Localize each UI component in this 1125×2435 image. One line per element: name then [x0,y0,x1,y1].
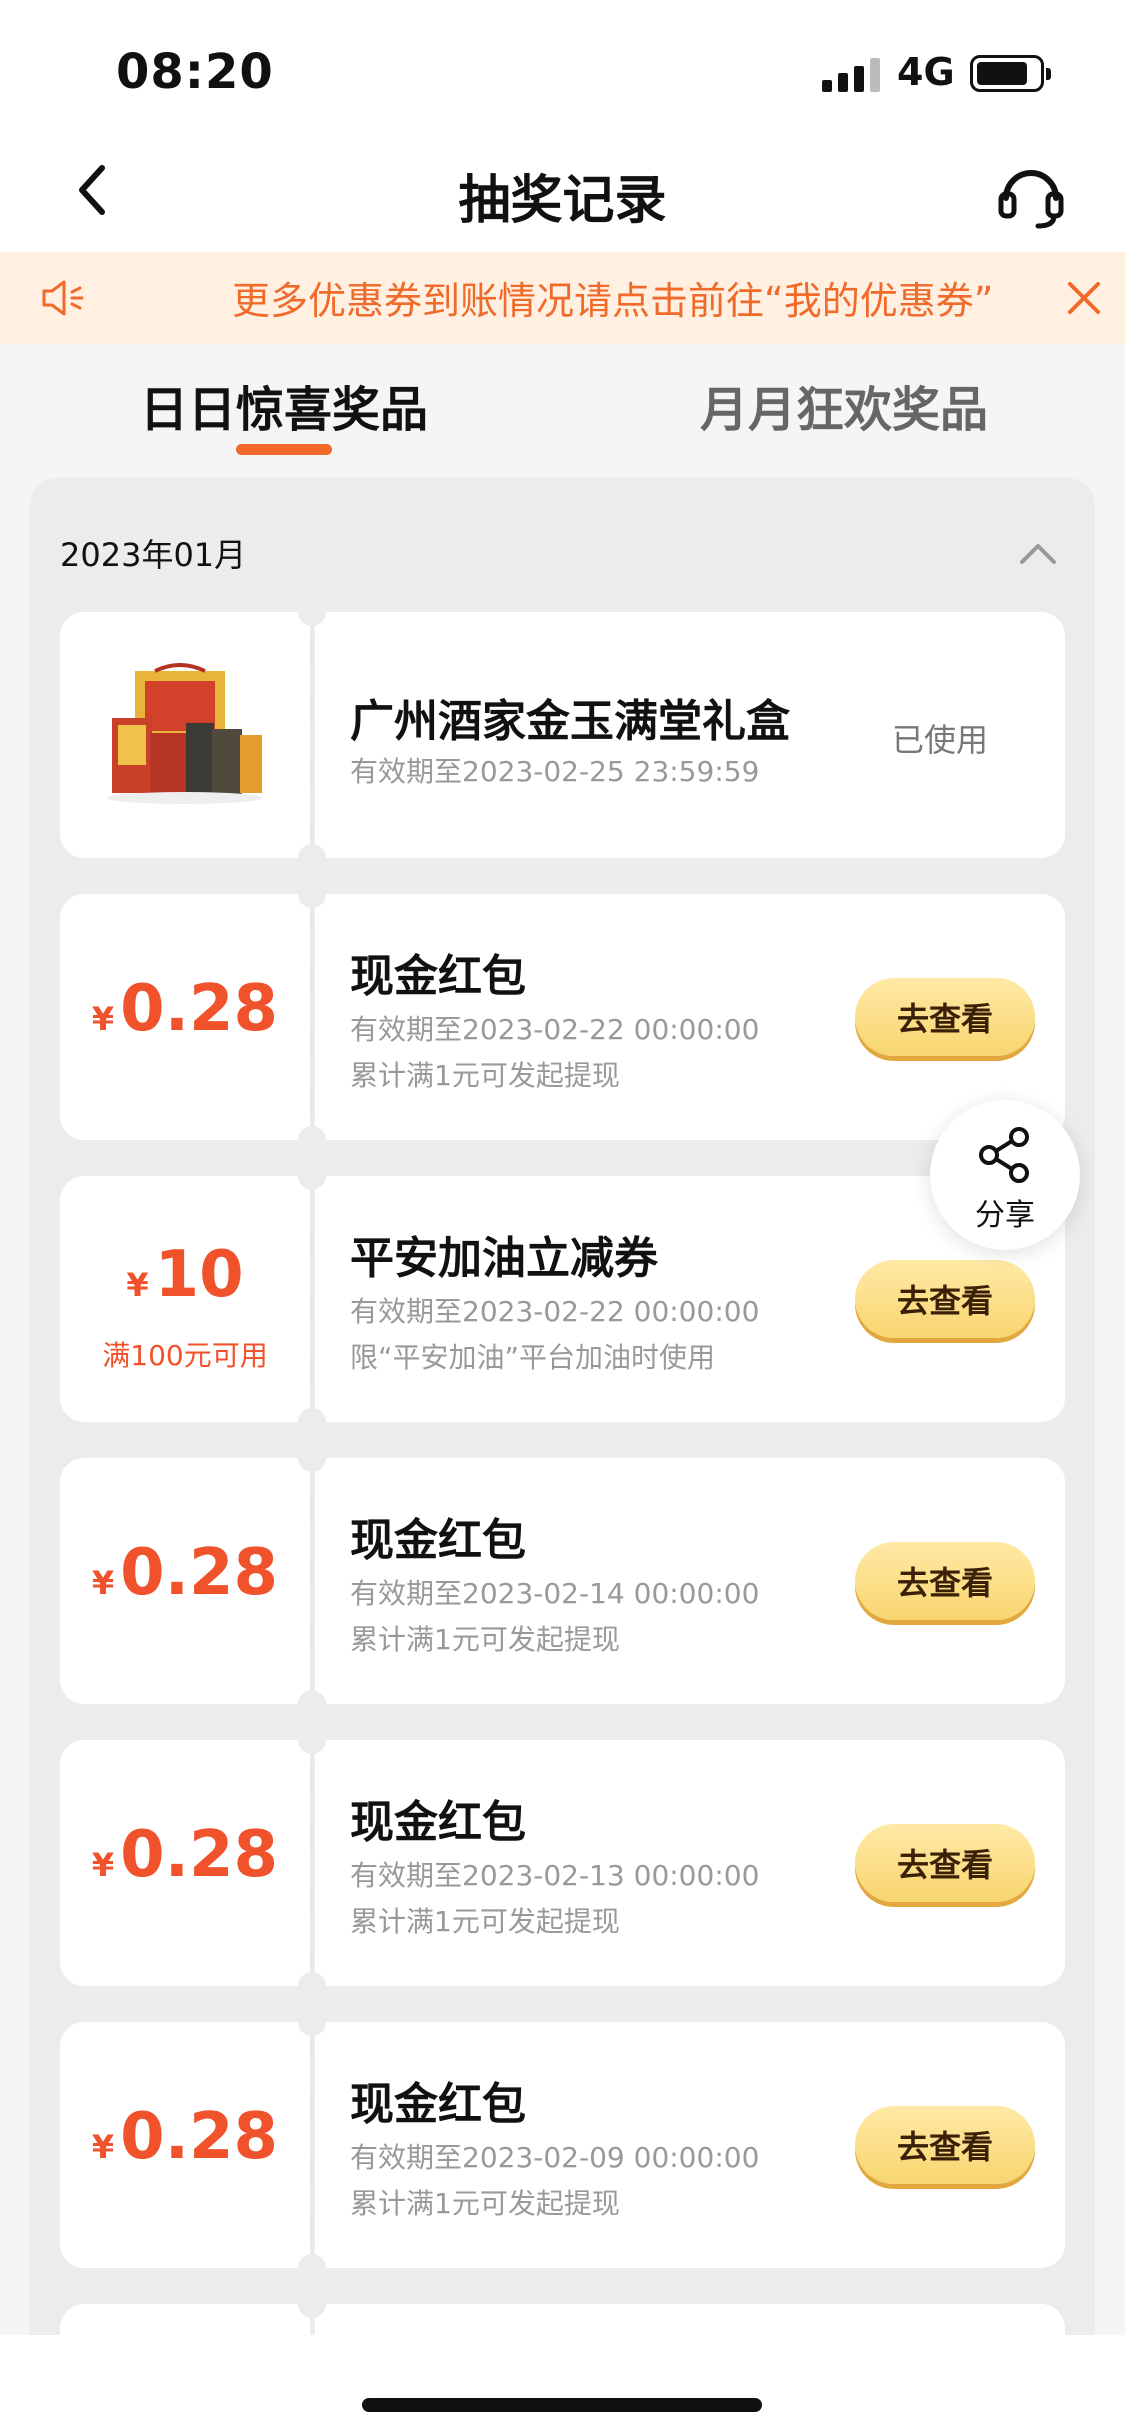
prize-amount: ¥0.28 [60,1536,310,1610]
card-notch [298,1690,326,1718]
prize-validity: 有效期至2023-02-22 00:00:00 [350,1013,760,1046]
card-notch [298,880,326,908]
customer-service-icon[interactable] [996,160,1066,230]
amount-value: 0.28 [120,1536,279,1610]
month-label: 2023年01月 [60,536,247,574]
card-divider [310,904,313,1130]
prize-name: 现金红包 [350,1797,526,1848]
card-divider [310,1186,313,1412]
prize-amount: ¥10 [60,1238,310,1312]
amount-value: 0.28 [120,2100,279,2174]
prize-condition: 满100元可用 [102,1339,268,1372]
prize-name: 广州酒家金玉满堂礼盒 [350,696,790,747]
card-divider [310,1750,313,1976]
currency-symbol: ¥ [126,1266,149,1304]
card-notch [298,1408,326,1436]
prize-note: 限“平安加油”平台加油时使用 [350,1341,716,1374]
amount-value: 0.28 [120,972,279,1046]
prize-name: 现金红包 [350,2079,526,2130]
currency-symbol: ¥ [91,1564,115,1602]
amount-value: 10 [154,1238,244,1312]
card-notch [298,2008,326,2036]
prize-note: 累计满1元可发起提现 [350,1059,620,1092]
card-notch [298,1162,326,1190]
prize-note: 累计满1元可发起提现 [350,1623,620,1656]
amount-value: 0.28 [120,1818,279,1892]
home-indicator[interactable] [362,2398,762,2412]
prize-validity: 有效期至2023-02-13 00:00:00 [350,1859,760,1892]
card-notch [298,1726,326,1754]
prize-validity: 有效期至2023-02-22 00:00:00 [350,1295,760,1328]
page-title: 抽奖记录 [458,171,667,231]
prize-amount: ¥0.28 [60,1818,310,1892]
view-button[interactable]: 去查看 [855,1260,1035,1338]
prize-amount: ¥0.28 [60,2100,310,2174]
currency-symbol: ¥ [91,1846,115,1884]
prize-amount: ¥0.28 [60,972,310,1046]
card-notch [298,1972,326,2000]
card-notch [298,1126,326,1154]
notice-text[interactable]: 更多优惠券到账情况请点击前往“我的优惠券” [232,270,1022,325]
card-notch [298,598,326,626]
battery-icon [970,55,1051,92]
prize-validity: 有效期至2023-02-25 23:59:59 [350,755,760,788]
view-button[interactable]: 去查看 [855,2106,1035,2184]
signal-icon [822,58,882,92]
status-time: 08:20 [116,44,274,100]
prize-name: 平安加油立减券 [350,1233,658,1284]
tab-monthly-prizes[interactable]: 月月狂欢奖品 [700,370,988,440]
network-type: 4G [897,50,955,94]
prize-status: 已使用 [892,721,989,759]
share-label[interactable]: 分享 [930,1190,1080,1234]
currency-symbol: ¥ [91,2128,115,2166]
prize-validity: 有效期至2023-02-09 00:00:00 [350,2141,760,2174]
prize-name: 现金红包 [350,951,526,1002]
bottom-bar [0,2335,1125,2435]
chevron-up-icon[interactable] [1018,538,1058,566]
speaker-icon [42,280,84,316]
card-notch [298,2290,326,2318]
card-divider [310,1468,313,1694]
view-button[interactable]: 去查看 [855,1542,1035,1620]
prize-name: 现金红包 [350,1515,526,1566]
share-icon[interactable] [975,1125,1035,1185]
close-icon[interactable] [1066,280,1102,316]
card-divider [310,622,313,848]
view-button[interactable]: 去查看 [855,1824,1035,1902]
currency-symbol: ¥ [91,1000,115,1038]
gift-box-image [107,663,263,804]
card-notch [298,844,326,872]
prize-note: 累计满1元可发起提现 [350,1905,620,1938]
view-button[interactable]: 去查看 [855,978,1035,1056]
tab-daily-prizes[interactable]: 日日惊喜奖品 [140,370,428,440]
prize-validity: 有效期至2023-02-14 00:00:00 [350,1577,760,1610]
active-tab-indicator [236,444,332,455]
prize-note: 累计满1元可发起提现 [350,2187,620,2220]
card-divider [310,2032,313,2258]
card-notch [298,1444,326,1472]
card-notch [298,2254,326,2282]
